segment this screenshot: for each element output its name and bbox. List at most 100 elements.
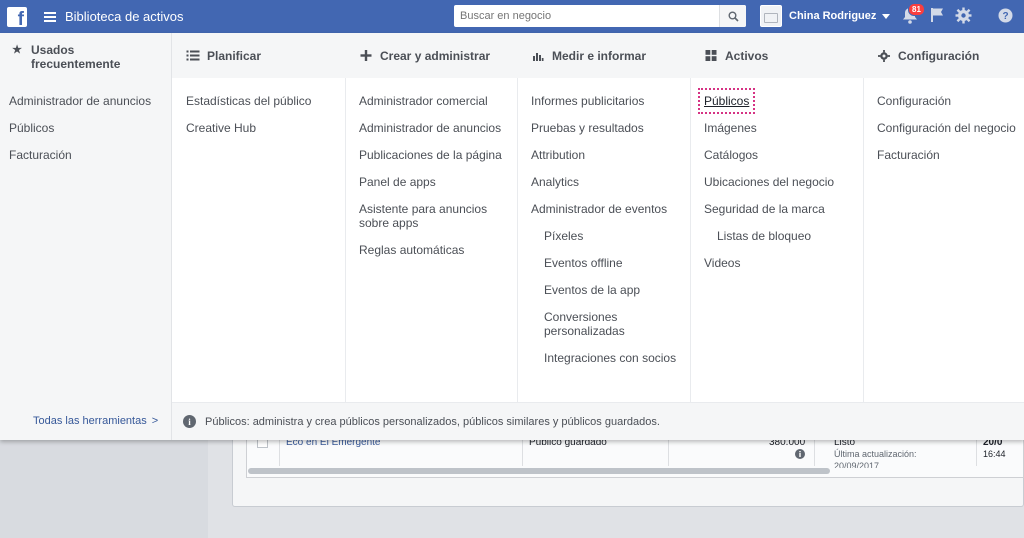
settings-list: Configuración Configuración del negocio … (863, 78, 1024, 162)
column-header-create: Crear y administrar (345, 33, 517, 78)
measure-list: Informes publicitarios Pruebas y resulta… (517, 78, 690, 365)
menu-item-billing[interactable]: Facturación (9, 148, 171, 162)
menu-item-audiences[interactable]: Públicos (9, 121, 171, 135)
create-list: Administrador comercial Administrador de… (345, 78, 517, 257)
menu-item-app-ads-helper[interactable]: Asistente para anuncios sobre apps (359, 202, 494, 230)
column-divider (690, 78, 691, 402)
all-tools-link[interactable]: Todas las herramientas > (33, 415, 158, 427)
notification-count-badge: 81 (908, 3, 925, 16)
bar-chart-icon (533, 53, 544, 61)
column-title: Planificar (207, 48, 262, 63)
menu-item-audiences[interactable]: Públicos (697, 88, 863, 114)
top-navigation-bar: f Biblioteca de activos China Rodriguez … (0, 0, 1024, 33)
tools-mega-menu: ★ Usados frecuentemente Administrador de… (0, 33, 1024, 440)
menu-item-app-dashboard[interactable]: Panel de apps (359, 175, 507, 189)
menu-item-settings[interactable]: Configuración (877, 94, 1024, 108)
column-divider (522, 440, 523, 466)
time-cell: 16:44 (983, 449, 1006, 459)
column-plan: Planificar Estadísticas del público Crea… (172, 33, 345, 440)
row-checkbox[interactable] (257, 440, 268, 448)
user-name: China Rodriguez (789, 10, 877, 22)
gear-icon[interactable] (955, 7, 972, 24)
search-input[interactable] (454, 5, 719, 27)
menu-item-block-lists[interactable]: Listas de bloqueo (704, 229, 863, 243)
last-updated-date: 20/09/2017 (834, 461, 880, 468)
menu-item-videos[interactable]: Videos (704, 256, 863, 270)
horizontal-scrollbar[interactable] (248, 468, 830, 474)
search-button[interactable] (719, 5, 746, 27)
footer-description-text: Públicos: administra y crea públicos per… (205, 415, 660, 428)
menu-item-test-and-learn[interactable]: Pruebas y resultados (531, 121, 682, 135)
menu-item-brand-safety[interactable]: Seguridad de la marca (704, 202, 863, 216)
menu-item-ads-reporting[interactable]: Informes publicitarios (531, 94, 682, 108)
flag-icon[interactable] (930, 7, 945, 23)
search-box (454, 5, 746, 27)
plan-list: Estadísticas del público Creative Hub (172, 78, 345, 135)
column-create-manage: Crear y administrar Administrador comerc… (345, 33, 517, 440)
menu-item-custom-conversions[interactable]: Conversiones personalizadas (531, 310, 651, 338)
list-icon (186, 50, 200, 61)
user-account-menu[interactable]: China Rodriguez (760, 5, 891, 27)
frequent-list: Administrador de anuncios Públicos Factu… (0, 78, 171, 162)
facebook-logo-icon[interactable]: f (7, 6, 27, 29)
menu-item-business-manager[interactable]: Administrador comercial (359, 94, 507, 108)
column-divider (517, 78, 518, 402)
app-title[interactable]: Biblioteca de activos (65, 9, 184, 24)
column-title: Crear y administrar (380, 48, 491, 63)
column-divider (668, 440, 669, 466)
assets-list: Públicos Imágenes Catálogos Ubicaciones … (690, 78, 863, 270)
gear-icon (878, 49, 890, 62)
menu-item-creative-hub[interactable]: Creative Hub (186, 121, 345, 135)
menu-item-images[interactable]: Imágenes (704, 121, 863, 135)
column-assets: Activos Públicos Imágenes Catálogos Ubic… (690, 33, 863, 440)
info-icon: i (183, 415, 196, 428)
info-icon[interactable] (795, 449, 805, 459)
column-divider (863, 78, 864, 402)
column-header-measure: Medir e informar (517, 33, 690, 78)
hamburger-menu-icon[interactable] (44, 11, 56, 22)
menu-item-automated-rules[interactable]: Reglas automáticas (359, 243, 507, 257)
menu-item-analytics[interactable]: Analytics (531, 175, 682, 189)
column-measure-report: Medir e informar Informes publicitarios … (517, 33, 690, 440)
menu-item-business-settings[interactable]: Configuración del negocio (877, 121, 1024, 135)
background-sidebar (0, 440, 208, 538)
menu-item-partner-integrations[interactable]: Integraciones con socios (531, 351, 682, 365)
menu-item-app-events[interactable]: Eventos de la app (531, 283, 682, 297)
column-settings: Configuración Configuración Configuració… (863, 33, 1024, 440)
menu-item-page-posts[interactable]: Publicaciones de la página (359, 148, 507, 162)
menu-item-ads-manager[interactable]: Administrador de anuncios (9, 94, 171, 108)
column-header-frequent: ★ Usados frecuentemente (0, 33, 171, 78)
menu-item-offline-events[interactable]: Eventos offline (531, 256, 682, 270)
svg-text:?: ? (1002, 11, 1008, 22)
column-divider (814, 440, 815, 466)
menu-item-attribution[interactable]: Attribution (531, 148, 682, 162)
avatar (760, 5, 782, 27)
star-icon: ★ (12, 44, 22, 56)
column-title: Usados frecuentemente (31, 43, 121, 71)
plus-icon (360, 50, 372, 61)
all-tools-label: Todas las herramientas (33, 415, 147, 427)
column-header-plan: Planificar (172, 33, 345, 78)
menu-item-audience-insights[interactable]: Estadísticas del público (186, 94, 345, 108)
menu-item-catalogs[interactable]: Catálogos (704, 148, 863, 162)
grid-icon (705, 50, 717, 61)
menu-footer-description: i Públicos: administra y crea públicos p… (172, 402, 1024, 440)
search-icon (728, 11, 739, 22)
column-frequently-used: ★ Usados frecuentemente Administrador de… (0, 33, 172, 440)
menu-item-billing[interactable]: Facturación (877, 148, 1024, 162)
column-title: Configuración (898, 48, 980, 63)
column-title: Medir e informar (552, 48, 647, 63)
column-header-assets: Activos (690, 33, 863, 78)
column-divider (345, 78, 346, 402)
menu-item-business-locations[interactable]: Ubicaciones del negocio (704, 175, 863, 189)
menu-item-pixels[interactable]: Píxeles (531, 229, 682, 243)
menu-item-audiences-label[interactable]: Públicos (697, 88, 756, 114)
column-divider (976, 440, 977, 466)
menu-item-events-manager[interactable]: Administrador de eventos (531, 202, 682, 216)
help-icon[interactable]: ? (998, 8, 1013, 23)
last-updated-label: Última actualización: (834, 449, 917, 459)
menu-item-ads-manager[interactable]: Administrador de anuncios (359, 121, 507, 135)
chevron-down-icon (882, 13, 891, 19)
chevron-right-icon: > (151, 415, 159, 427)
column-header-settings: Configuración (863, 33, 1024, 78)
